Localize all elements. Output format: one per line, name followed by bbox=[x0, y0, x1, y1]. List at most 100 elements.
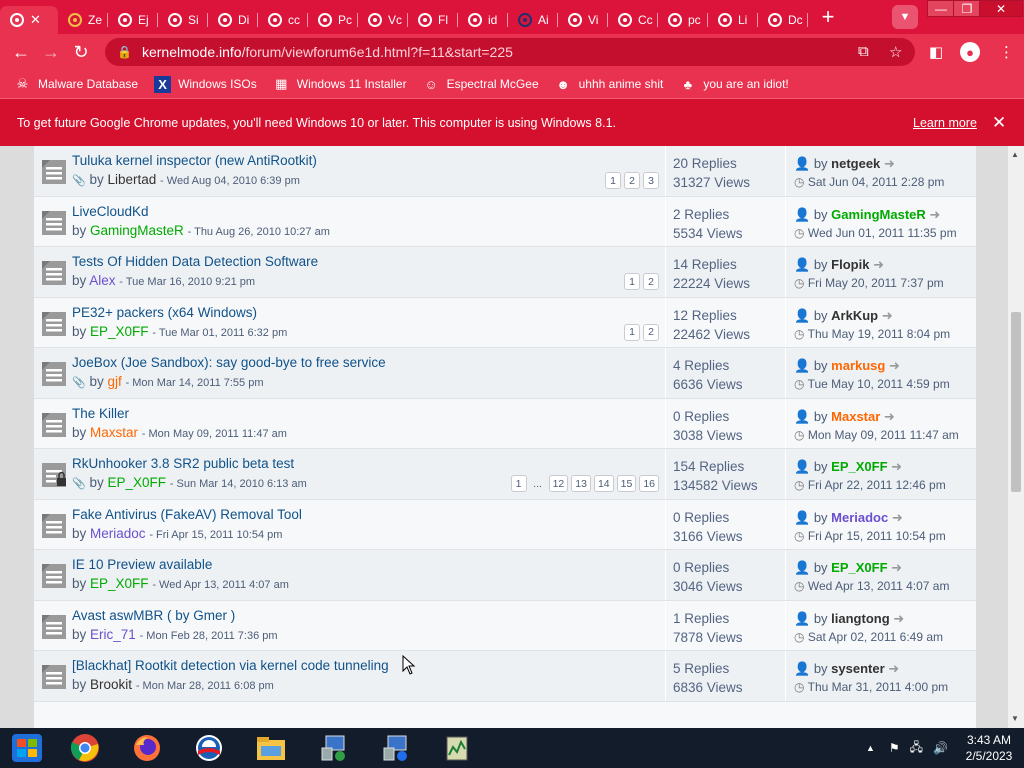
last-post-author-link[interactable]: sysenter bbox=[831, 661, 884, 676]
pagination-page-link[interactable]: 16 bbox=[639, 475, 659, 492]
goto-last-post-icon[interactable]: ➜ bbox=[891, 459, 902, 474]
goto-last-post-icon[interactable]: ➜ bbox=[892, 510, 903, 525]
network-icon[interactable]: 🖧 bbox=[910, 738, 923, 759]
pagination-page-link[interactable]: 13 bbox=[571, 475, 591, 492]
topic-author-link[interactable]: GamingMasteR bbox=[90, 223, 184, 238]
topic-author-link[interactable]: EP_X0FF bbox=[90, 324, 149, 339]
topic-title-link[interactable]: IE 10 Preview available bbox=[72, 557, 212, 572]
last-post-author-link[interactable]: ArkKup bbox=[831, 308, 878, 323]
last-post-author-link[interactable]: liangtong bbox=[831, 611, 890, 626]
topic-author-link[interactable]: Alex bbox=[89, 273, 115, 288]
browser-tab-1[interactable]: Ze bbox=[58, 6, 108, 34]
tray-overflow-icon[interactable]: ▲ bbox=[866, 743, 875, 753]
pagination-page-link[interactable]: 2 bbox=[643, 273, 659, 290]
topic-title-link[interactable]: Tests Of Hidden Data Detection Software bbox=[72, 254, 318, 269]
obama-taskbar-icon[interactable] bbox=[178, 728, 240, 768]
goto-last-post-icon[interactable]: ➜ bbox=[882, 308, 893, 323]
pagination-page-link[interactable]: 3 bbox=[643, 172, 659, 189]
pagination-page-link[interactable]: 14 bbox=[593, 475, 614, 492]
browser-tab-8[interactable]: Fl bbox=[408, 6, 458, 34]
bookmark-item[interactable]: ▦ Windows 11 Installer bbox=[273, 76, 406, 93]
pagination-page-link[interactable]: 2 bbox=[643, 323, 659, 341]
pagination-page-link[interactable]: 15 bbox=[616, 475, 637, 492]
browser-tab-10[interactable]: Ai bbox=[508, 6, 558, 34]
browser-tab-9[interactable]: id bbox=[458, 6, 508, 34]
learn-more-link[interactable]: Learn more bbox=[913, 116, 977, 130]
topic-author-link[interactable]: Libertad bbox=[107, 172, 156, 187]
topic-title-link[interactable]: JoeBox (Joe Sandbox): say good-bye to fr… bbox=[72, 355, 386, 370]
last-post-author-link[interactable]: Maxstar bbox=[831, 409, 880, 424]
scrollbar-thumb[interactable] bbox=[1011, 312, 1021, 492]
goto-last-post-icon[interactable]: ➜ bbox=[884, 409, 895, 424]
pagination-page-link[interactable]: 1 bbox=[624, 273, 640, 290]
last-post-author-link[interactable]: markusg bbox=[831, 358, 885, 373]
scroll-down-icon[interactable]: ▼ bbox=[1011, 714, 1019, 723]
topic-author-link[interactable]: Brookit bbox=[90, 677, 132, 692]
pagination-page-link[interactable]: 1 bbox=[510, 475, 527, 492]
goto-last-post-icon[interactable]: ➜ bbox=[891, 560, 902, 575]
topic-author-link[interactable]: Maxstar bbox=[90, 425, 138, 440]
goto-last-post-icon[interactable]: ➜ bbox=[873, 257, 884, 272]
profile-avatar[interactable]: ● bbox=[960, 42, 980, 62]
last-post-author-link[interactable]: EP_X0FF bbox=[831, 560, 887, 575]
taskbar-clock[interactable]: 3:43 AM 2/5/2023 bbox=[954, 732, 1024, 764]
share-icon[interactable]: ⧉ bbox=[858, 43, 869, 60]
address-bar[interactable]: 🔒 kernelmode.info/forum/viewforum6e1d.ht… bbox=[105, 38, 915, 66]
file-explorer-taskbar-icon[interactable] bbox=[240, 728, 302, 768]
topic-author-link[interactable]: EP_X0FF bbox=[90, 576, 149, 591]
task-manager-taskbar-icon[interactable] bbox=[426, 728, 488, 768]
browser-tab-5[interactable]: cc bbox=[258, 6, 308, 34]
firefox-taskbar-icon[interactable] bbox=[116, 728, 178, 768]
reload-button[interactable]: ↻ bbox=[66, 37, 96, 67]
network-tool-taskbar-icon[interactable] bbox=[302, 728, 364, 768]
topic-author-link[interactable]: gjf bbox=[107, 374, 121, 389]
topic-title-link[interactable]: The Killer bbox=[72, 406, 129, 421]
bookmark-item[interactable]: ☠ Malware Database bbox=[14, 76, 138, 93]
topic-title-link[interactable]: Tuluka kernel inspector (new AntiRootkit… bbox=[72, 153, 317, 168]
volume-icon[interactable]: 🔊 bbox=[933, 741, 948, 755]
page-scrollbar[interactable]: ▲ ▼ bbox=[1008, 146, 1024, 728]
pagination-page-link[interactable]: 1 bbox=[605, 172, 621, 189]
bookmark-item[interactable]: ☻ uhhh anime shit bbox=[555, 76, 663, 93]
bookmark-item[interactable]: ☺ Espectral McGee bbox=[423, 76, 538, 93]
browser-tab-4[interactable]: Di bbox=[208, 6, 258, 34]
goto-last-post-icon[interactable]: ➜ bbox=[884, 156, 895, 171]
browser-tab-0[interactable]: ✕ bbox=[0, 6, 58, 34]
tab-search-button[interactable]: ▼ bbox=[892, 5, 918, 29]
bookmark-item[interactable]: X Windows ISOs bbox=[154, 75, 257, 93]
browser-tab-3[interactable]: Si bbox=[158, 6, 208, 34]
pagination-page-link[interactable]: 1 bbox=[624, 323, 640, 341]
side-panel-icon[interactable]: ◧ bbox=[929, 43, 943, 61]
browser-tab-12[interactable]: Cc bbox=[608, 6, 658, 34]
menu-kebab-icon[interactable]: ⋮ bbox=[999, 43, 1014, 61]
close-window-button[interactable]: ✕ bbox=[979, 0, 1023, 17]
goto-last-post-icon[interactable]: ➜ bbox=[893, 611, 904, 626]
topic-title-link[interactable]: Avast aswMBR ( by Gmer ) bbox=[72, 608, 235, 623]
chrome-taskbar-icon[interactable] bbox=[54, 728, 116, 768]
minimize-button[interactable]: — bbox=[927, 0, 955, 17]
topic-title-link[interactable]: Fake Antivirus (FakeAV) Removal Tool bbox=[72, 507, 302, 522]
infobar-close-icon[interactable]: ✕ bbox=[992, 113, 1006, 133]
pagination-page-link[interactable]: 2 bbox=[624, 172, 640, 189]
topic-title-link[interactable]: LiveCloudKd bbox=[72, 204, 149, 219]
browser-tab-14[interactable]: Li bbox=[708, 6, 758, 34]
last-post-author-link[interactable]: Meriadoc bbox=[831, 510, 888, 525]
tab-close-icon[interactable]: ✕ bbox=[30, 12, 41, 28]
browser-tab-2[interactable]: Ej bbox=[108, 6, 158, 34]
topic-title-link[interactable]: RkUnhooker 3.8 SR2 public beta test bbox=[72, 456, 294, 471]
scroll-up-icon[interactable]: ▲ bbox=[1011, 150, 1019, 159]
forward-button[interactable]: → bbox=[36, 37, 66, 67]
goto-last-post-icon[interactable]: ➜ bbox=[889, 358, 900, 373]
last-post-author-link[interactable]: netgeek bbox=[831, 156, 880, 171]
last-post-author-link[interactable]: Flopik bbox=[831, 257, 869, 272]
topic-author-link[interactable]: Meriadoc bbox=[90, 526, 146, 541]
bookmark-star-icon[interactable]: ☆ bbox=[889, 43, 902, 61]
topic-author-link[interactable]: Eric_71 bbox=[90, 627, 136, 642]
start-button[interactable] bbox=[0, 728, 54, 768]
network-tool2-taskbar-icon[interactable] bbox=[364, 728, 426, 768]
last-post-author-link[interactable]: EP_X0FF bbox=[831, 459, 887, 474]
new-tab-button[interactable]: + bbox=[814, 3, 842, 31]
browser-tab-15[interactable]: Dc bbox=[758, 6, 808, 34]
browser-tab-13[interactable]: pc bbox=[658, 6, 708, 34]
restore-button[interactable]: ❐ bbox=[953, 0, 981, 17]
